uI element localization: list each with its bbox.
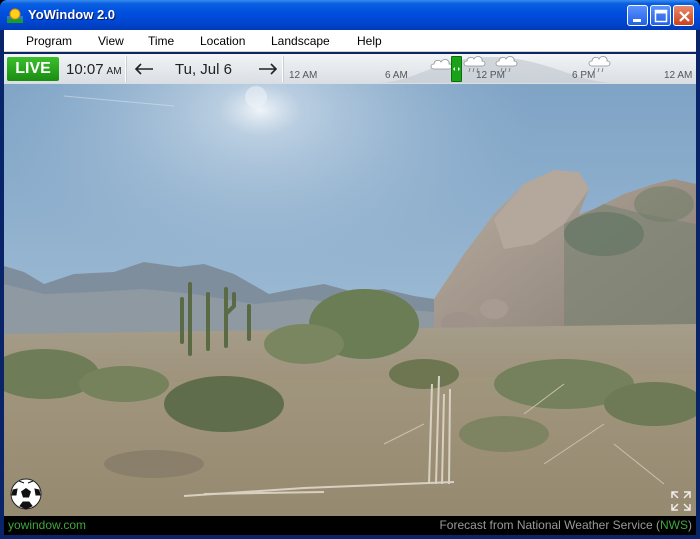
time-bar: LIVE 10:07 AM Tu, Jul 6 12 AM 6 AM 12 PM … <box>4 54 696 84</box>
time-cursor-handle[interactable] <box>451 56 462 82</box>
close-button[interactable] <box>673 5 694 26</box>
drag-arrows-icon <box>453 67 460 71</box>
tick-label: 12 AM <box>289 70 318 81</box>
tick-label: 12 AM <box>664 70 693 81</box>
current-date: Tu, Jul 6 <box>175 61 232 78</box>
website-link[interactable]: yowindow.com <box>8 518 86 532</box>
current-time: 10:07 AM <box>66 61 122 78</box>
divider <box>282 56 284 82</box>
time-ampm: AM <box>106 66 122 77</box>
weather-scene <box>4 84 696 516</box>
divider <box>125 56 127 82</box>
title-bar[interactable]: YoWindow 2.0 <box>0 0 700 30</box>
menu-program[interactable]: Program <box>26 34 72 48</box>
menu-view[interactable]: View <box>98 34 124 48</box>
credit-prefix: Forecast from National Weather Service ( <box>439 518 660 532</box>
app-window: YoWindow 2.0 Program View Time Location … <box>0 0 700 539</box>
menu-help[interactable]: Help <box>357 34 382 48</box>
window-title: YoWindow 2.0 <box>28 7 116 22</box>
time-value: 10:07 <box>66 61 104 78</box>
soccer-ball-icon[interactable] <box>10 478 42 510</box>
day-timeline[interactable]: 12 AM 6 AM 12 PM 6 PM 12 AM <box>286 55 696 83</box>
rain-cloud-icon <box>495 56 518 73</box>
rain-cloud-icon <box>463 56 486 73</box>
menu-landscape[interactable]: Landscape <box>271 34 330 48</box>
nws-link[interactable]: NWS <box>660 518 688 532</box>
tick-label: 6 AM <box>385 70 408 81</box>
desert-landscape-image <box>4 84 696 516</box>
fullscreen-icon[interactable] <box>670 490 692 512</box>
arrow-left-icon[interactable] <box>132 60 156 78</box>
arrow-right-icon[interactable] <box>256 60 280 78</box>
yowindow-logo-icon <box>7 8 23 23</box>
menu-time[interactable]: Time <box>148 34 174 48</box>
rain-cloud-icon <box>588 56 611 73</box>
maximize-button[interactable] <box>650 5 671 26</box>
forecast-credit: Forecast from National Weather Service (… <box>439 518 692 532</box>
minimize-button[interactable] <box>627 5 648 26</box>
status-footer: yowindow.com Forecast from National Weat… <box>4 516 696 535</box>
menu-bar: Program View Time Location Landscape Hel… <box>4 30 696 52</box>
menu-location[interactable]: Location <box>200 34 245 48</box>
live-button[interactable]: LIVE <box>7 57 59 81</box>
credit-suffix: ) <box>688 518 692 532</box>
